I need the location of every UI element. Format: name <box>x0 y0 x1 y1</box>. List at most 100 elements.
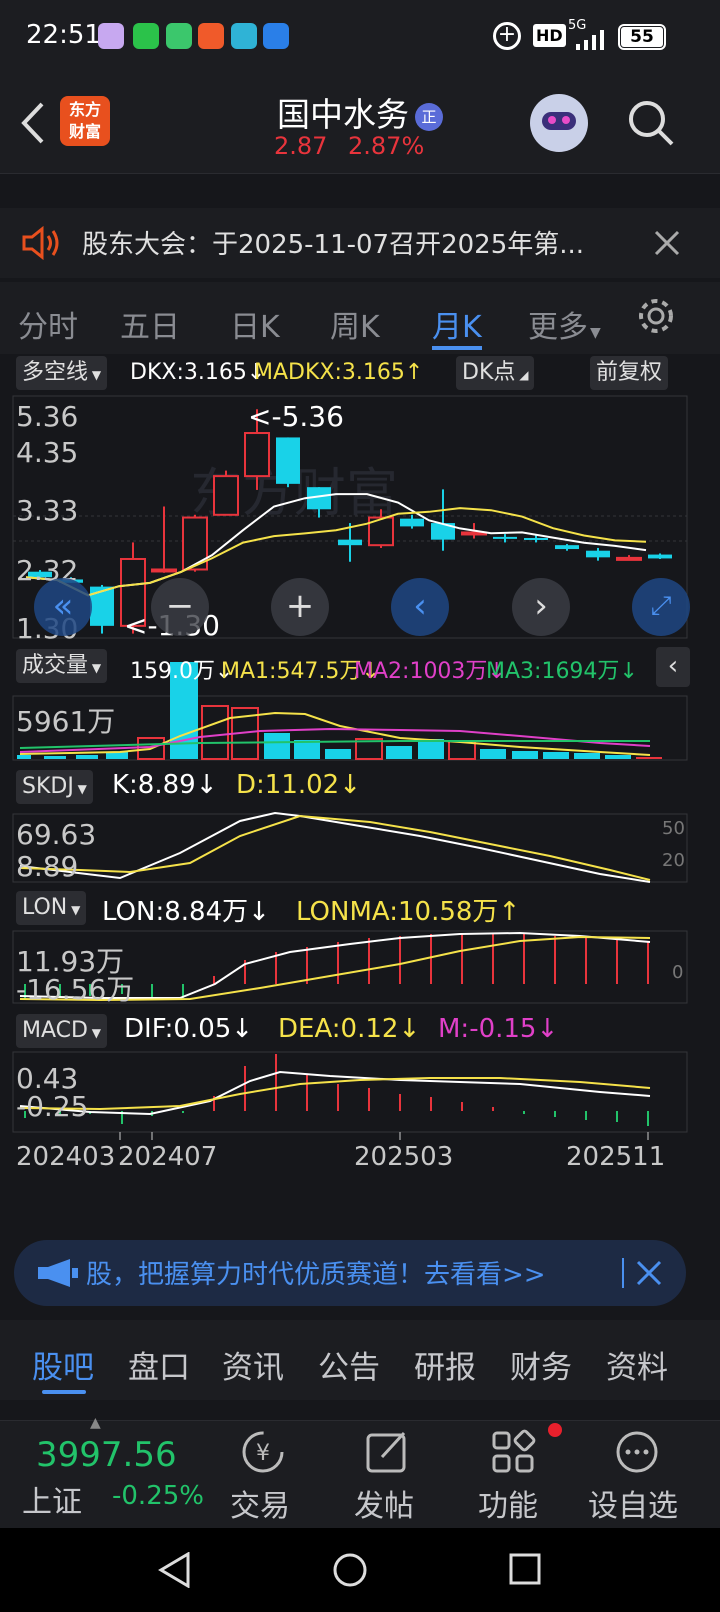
lon-value: LON:8.84万↓ <box>102 897 270 927</box>
scroll-left-button[interactable]: ‹ <box>391 578 449 636</box>
stock-change: 2.87% <box>348 132 425 160</box>
candle-body <box>555 545 579 550</box>
lon-y-bot: -16.56万 <box>16 973 135 1006</box>
megaphone-icon <box>38 1259 78 1287</box>
candle-body <box>524 537 548 540</box>
close-icon[interactable] <box>654 230 680 256</box>
volume-select[interactable]: 成交量 ▼ <box>16 649 108 683</box>
tab-guba[interactable]: 股吧 <box>32 1342 94 1387</box>
candle-body <box>648 554 672 559</box>
macd-y-bot: -0.25 <box>16 1090 89 1123</box>
tab-announcement[interactable]: 公告 <box>318 1342 380 1387</box>
candle-body <box>90 586 114 626</box>
lon-select[interactable]: LON ▼ <box>16 891 87 925</box>
x-label: 202403 <box>16 1142 116 1172</box>
ad-close-icon[interactable] <box>636 1260 662 1286</box>
index-change: -0.25% <box>112 1481 204 1511</box>
macd-dea: DEA:0.12↓ <box>278 1014 421 1044</box>
volume-value: 159.0万↓ <box>130 659 234 684</box>
hd-icon: HD <box>533 24 566 47</box>
scroll-right-button[interactable]: › <box>512 578 570 636</box>
robot-avatar-icon[interactable] <box>530 94 588 152</box>
tab-finance[interactable]: 财务 <box>510 1342 572 1387</box>
notice-bar[interactable]: 股东大会：于2025-11-07召开2025年第... <box>0 208 720 278</box>
tab-weekly-k[interactable]: 周K <box>330 302 380 346</box>
skdj-select[interactable]: SKDJ ▼ <box>16 770 93 804</box>
skdj-ref-20: 20 <box>662 850 685 871</box>
candle-body <box>616 556 642 561</box>
lon-ref-0: 0 <box>672 962 684 983</box>
candle-body <box>213 475 239 516</box>
macd-m: M:-0.15↓ <box>438 1014 559 1044</box>
ad-banner[interactable]: 股，把握算力时代优质赛道！去看看>> <box>14 1240 686 1306</box>
vol-ma2: MA2:1003万↓ <box>354 659 506 684</box>
candle-body <box>338 539 362 546</box>
period-tabs: 分时 五日 日K 周K 月K 更多 ▼ <box>0 282 720 354</box>
macd-dif: DIF:0.05↓ <box>124 1014 254 1044</box>
y-label: 4.35 <box>16 436 79 469</box>
data-saver-icon: + <box>493 22 521 50</box>
game-app-icon <box>231 23 257 49</box>
candle-body <box>400 518 424 527</box>
tab-monthly-k[interactable]: 月K <box>432 302 482 346</box>
system-nav-bar <box>0 1528 720 1612</box>
zoom-in-button[interactable]: + <box>271 578 329 636</box>
active-tab-indicator <box>432 346 482 350</box>
lonma-value: LONMA:10.58万↑ <box>296 897 521 927</box>
notification-dot <box>548 1423 562 1437</box>
lon-red-bars <box>213 933 649 984</box>
nav-trade[interactable]: 交易 <box>230 1481 290 1525</box>
stock-name: 国中水务正 <box>0 88 720 136</box>
badge-icon: 正 <box>415 102 443 131</box>
apps-grid-icon[interactable] <box>490 1429 536 1475</box>
wechat-icon <box>133 23 159 49</box>
tab-more[interactable]: 更多 ▼ <box>528 302 601 346</box>
recents-square-icon[interactable] <box>508 1552 542 1586</box>
macd-select[interactable]: MACD ▼ <box>16 1014 107 1048</box>
video-app-icon <box>198 23 224 49</box>
collapse-arrow-icon[interactable]: ‹ <box>656 647 690 687</box>
home-circle-icon[interactable] <box>332 1552 368 1588</box>
nav-functions[interactable]: 功能 <box>478 1481 538 1525</box>
tab-daily-k[interactable]: 日K <box>230 302 280 346</box>
vol-ma3: MA3:1694万↓ <box>486 659 638 684</box>
skdj-y-bot: 8.89 <box>16 850 79 883</box>
tab-profile[interactable]: 资料 <box>606 1342 668 1387</box>
notice-text: 股东大会：于2025-11-07召开2025年第... <box>82 230 585 260</box>
back-triangle-icon[interactable] <box>158 1552 192 1588</box>
search-icon[interactable] <box>626 98 676 148</box>
zoom-out-button[interactable]: − <box>151 578 209 636</box>
d-line <box>19 814 651 881</box>
candle-body <box>493 536 517 539</box>
tab-intraday[interactable]: 分时 <box>18 302 78 346</box>
index-name[interactable]: 上证 <box>22 1477 82 1521</box>
dea-line <box>19 1077 651 1111</box>
skdj-d: D:11.02↓ <box>236 770 362 800</box>
nav-post[interactable]: 发帖 <box>354 1481 414 1525</box>
edit-post-icon[interactable] <box>364 1429 410 1475</box>
signal-icon <box>576 30 604 50</box>
gear-icon[interactable] <box>636 296 676 336</box>
status-time: 22:51 <box>26 20 101 50</box>
scroll-start-button[interactable]: « <box>34 578 92 636</box>
tab-research[interactable]: 研报 <box>414 1342 476 1387</box>
vol-y-label: 5961万 <box>16 705 116 738</box>
more-dots-icon[interactable] <box>614 1429 660 1475</box>
nav-watchlist[interactable]: 设自选 <box>588 1481 678 1525</box>
tab-pankou[interactable]: 盘口 <box>128 1342 190 1387</box>
candle-body <box>244 432 270 478</box>
kline-chart-area[interactable]: 多空线 ▼ DKX:3.165↓ MADKX:3.165↑ DK点 ◢ 前复权 … <box>0 356 720 1226</box>
x-label: 202407 <box>118 1142 218 1172</box>
index-value[interactable]: 3997.56 <box>36 1435 177 1475</box>
info-tab-indicator <box>42 1390 86 1394</box>
tab-five-day[interactable]: 五日 <box>120 302 180 346</box>
candle-body <box>276 437 300 484</box>
tab-news[interactable]: 资讯 <box>222 1342 284 1387</box>
status-bar: 22:51 + HD 5G 55 <box>0 0 720 78</box>
skdj-y-top: 69.63 <box>16 818 97 851</box>
skdj-ref-50: 50 <box>662 818 685 839</box>
candle-body <box>586 550 610 558</box>
fullscreen-button[interactable]: ⤢ <box>632 578 690 636</box>
trade-yen-icon[interactable]: ¥ <box>240 1429 286 1475</box>
stock-header: 东方 财富 国中水务正 2.87 2.87% <box>0 78 720 174</box>
